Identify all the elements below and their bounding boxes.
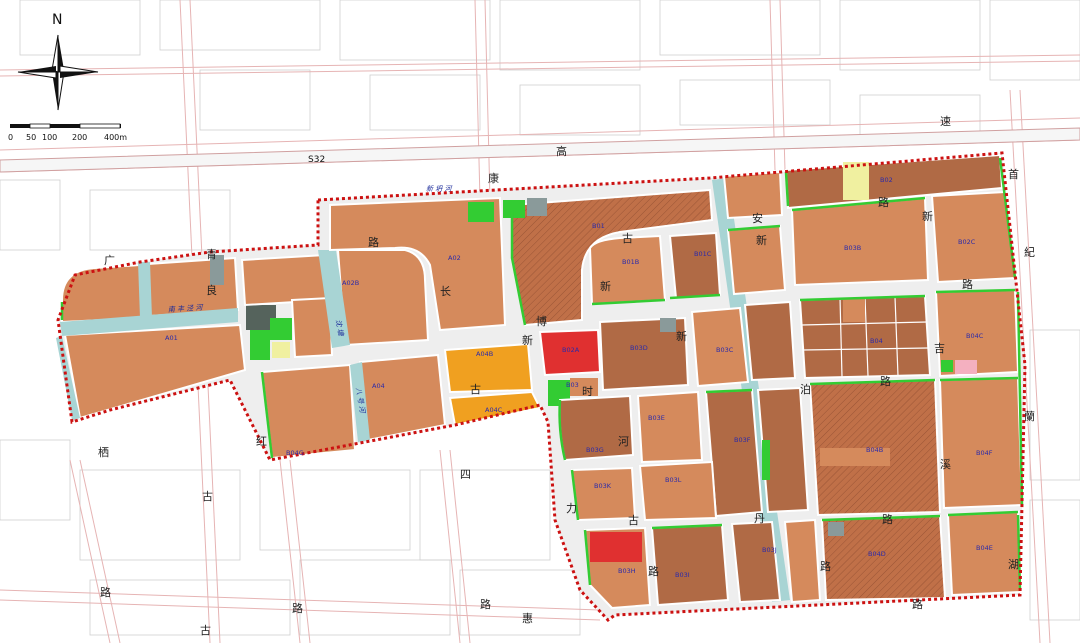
road-char-xin1: 新	[922, 209, 933, 223]
planning-map: N 0 50 100 200 400m S32 高 速 康 安 古 古 古 古 …	[0, 0, 1080, 643]
road-char-hui: 惠	[522, 611, 533, 625]
road-char-guang: 广	[104, 254, 115, 267]
scale-tick-50: 50	[26, 133, 36, 142]
zone-A04C: A04C	[485, 406, 503, 414]
zone-B03D: B03D	[630, 344, 648, 352]
zone-B02C: B02C	[958, 238, 976, 246]
road-char-xi: 溪	[940, 458, 951, 471]
zone-B04C: B04C	[966, 332, 984, 340]
zone-B03B: B03B	[844, 244, 861, 252]
zone-B04D: B04D	[868, 550, 886, 558]
road-char-hu: 湖	[1008, 558, 1019, 571]
zone-B03L: B03L	[665, 476, 682, 484]
zone-B04E: B04E	[976, 544, 993, 552]
zone-B03C: B03C	[716, 346, 734, 354]
zone-B04B: B04B	[866, 446, 883, 454]
road-char-lu8: 路	[912, 598, 923, 611]
road-char-dan: 丹	[754, 512, 765, 525]
road-char-gu2: 古	[470, 383, 481, 396]
zone-A01: A01	[165, 334, 178, 342]
road-char-xin5: 新	[676, 329, 687, 343]
road-char-liang: 良	[206, 283, 217, 297]
zone-A02: A02	[448, 254, 461, 262]
road-char-su: 速	[940, 115, 951, 128]
zone-B03F: B03F	[734, 436, 751, 444]
road-char-si: 四	[460, 468, 471, 481]
road-char-he: 河	[618, 435, 629, 448]
road-char-ji2: 紀	[1024, 246, 1035, 259]
road-char-kang: 康	[488, 171, 499, 185]
zone-B01B: B01B	[622, 258, 639, 266]
road-char-lu3: 路	[962, 278, 973, 291]
zone-B03K: B03K	[594, 482, 612, 490]
river-xinxing: 新 坍 河	[426, 185, 453, 193]
road-char-shou: 首	[1008, 167, 1019, 181]
zone-B04F: B04F	[976, 449, 993, 457]
road-char-shi: 时	[582, 385, 593, 398]
road-char-hong: 红	[256, 435, 267, 448]
zone-B03: B03	[566, 381, 579, 389]
road-char-chang: 长	[440, 285, 451, 298]
highway-label: S32	[308, 155, 325, 165]
zone-B01C: B01C	[694, 250, 712, 258]
zone-B03J: B03J	[762, 546, 777, 554]
scale-tick-400: 400m	[104, 133, 127, 142]
road-char-ji: 吉	[934, 342, 945, 355]
zone-B03I: B03I	[675, 571, 690, 579]
road-char-an: 安	[752, 211, 763, 225]
road-char-li: 力	[566, 502, 577, 515]
north-label: N	[52, 12, 62, 28]
zone-B03H: B03H	[618, 567, 636, 575]
road-char-lu5: 路	[882, 513, 893, 526]
road-char-qing: 青	[206, 248, 217, 261]
road-char-bo: 博	[536, 315, 547, 328]
zone-B01: B01	[592, 222, 605, 230]
zone-B04G: B04G	[286, 449, 304, 457]
road-char-gu5: 古	[628, 514, 639, 527]
road-char-bo2: 泊	[800, 383, 811, 396]
zone-B03G: B03G	[586, 446, 604, 454]
road-char-xin4: 新	[522, 333, 533, 347]
road-char-lu6: 路	[648, 565, 659, 578]
scale-tick-200: 200	[72, 133, 87, 142]
west-district	[56, 196, 542, 460]
zone-B04: B04	[870, 337, 883, 345]
zone-B02: B02	[880, 176, 893, 184]
road-char-gao: 高	[556, 144, 567, 158]
north-arrow: N	[17, 12, 99, 111]
scale-tick-100: 100	[42, 133, 57, 142]
road-char-xin3: 新	[600, 279, 611, 293]
road-char-gu1: 古	[622, 232, 633, 245]
zone-A02B: A02B	[342, 279, 359, 287]
scale-bar: 0 50 100 200 400m	[8, 123, 127, 142]
road-char-lu1: 路	[368, 236, 379, 249]
road-char-lu7: 路	[820, 560, 831, 573]
road-char-lan: 蘭	[1024, 410, 1035, 423]
zone-B03E: B03E	[648, 414, 665, 422]
zone-A04: A04	[372, 382, 385, 390]
road-char-lu4: 路	[880, 375, 891, 388]
road-char-lu10: 路	[292, 602, 303, 615]
zone-B02A: B02A	[562, 346, 580, 354]
road-char-lu11: 路	[480, 598, 491, 611]
road-char-xin2: 新	[756, 233, 767, 247]
road-char-gu3: 古	[202, 490, 213, 503]
scale-tick-0: 0	[8, 133, 13, 142]
road-char-lu9: 路	[100, 586, 111, 599]
road-char-gu4: 古	[200, 624, 211, 637]
zone-A04B: A04B	[476, 350, 493, 358]
road-char-lu2: 路	[878, 196, 889, 209]
road-char-qi: 栖	[98, 445, 109, 459]
